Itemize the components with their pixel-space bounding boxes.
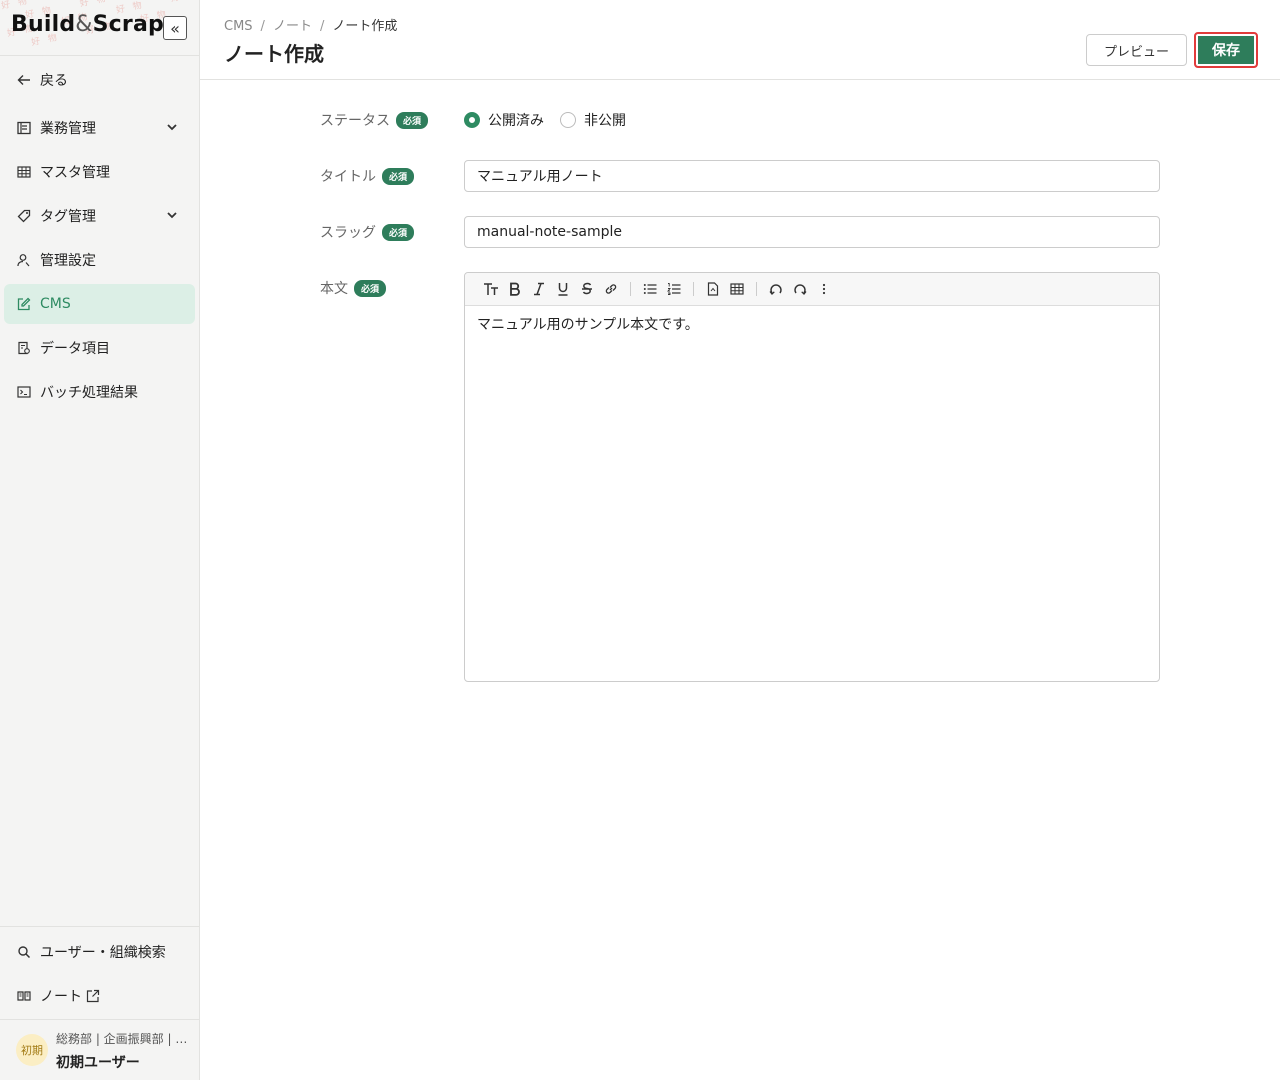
breadcrumb-item-current: ノート作成 [332, 19, 398, 34]
required-badge: 必須 [382, 223, 415, 241]
status-label-text: ステータス [320, 113, 390, 129]
sidebar-item-label: 業務管理 [40, 121, 96, 137]
sidebar-collapse-button[interactable]: « [163, 16, 187, 40]
save-button[interactable]: 保存 [1194, 32, 1258, 68]
sidebar: 好物 好物 好物 好物 好物 好物 好物 好物 好物 好物 好物 好物 好物 好… [0, 0, 200, 1080]
body-label: 本文 必須 [320, 278, 387, 298]
avatar: 初期 [16, 1034, 48, 1066]
toolbar-divider [630, 282, 631, 296]
chevron-down-icon[interactable] [165, 120, 179, 134]
sidebar-item-data-fields[interactable]: データ項目 [4, 328, 195, 368]
book-icon [16, 988, 32, 1004]
sidebar-item-back[interactable]: 戻る [4, 60, 195, 100]
title-input[interactable]: マニュアル用ノート [464, 160, 1160, 192]
sidebar-item-label: タグ管理 [40, 209, 96, 225]
file-icon[interactable] [701, 277, 725, 301]
sidebar-item-label: データ項目 [40, 341, 110, 357]
sidebar-item-label: ノート [40, 989, 82, 1005]
preview-button[interactable]: プレビュー [1086, 34, 1187, 66]
terminal-icon [16, 384, 32, 400]
table-icon[interactable] [725, 277, 749, 301]
breadcrumb-item-notes[interactable]: ノート [273, 19, 312, 34]
chevrons-left-icon: « [170, 18, 180, 38]
sidebar-item-label: 戻る [40, 73, 68, 89]
bold-icon[interactable] [503, 277, 527, 301]
sidebar-item-notes[interactable]: ノート [4, 976, 195, 1016]
slug-label-text: スラッグ [320, 225, 376, 241]
sidebar-item-master[interactable]: マスタ管理 [4, 152, 195, 192]
user-name: 初期ユーザー [56, 1055, 140, 1071]
status-radio-published-label[interactable]: 公開済み [488, 110, 544, 130]
sidebar-item-label: バッチ処理結果 [40, 385, 138, 401]
rich-text-editor: マニュアル用のサンプル本文です。 [464, 272, 1160, 682]
slug-label: スラッグ 必須 [320, 222, 415, 242]
sidebar-item-admin-settings[interactable]: 管理設定 [4, 240, 195, 280]
breadcrumb-separator: / [319, 19, 325, 34]
sidebar-item-label: ユーザー・組織検索 [40, 945, 166, 961]
page-title: ノート作成 [224, 42, 324, 66]
text-size-icon[interactable] [479, 277, 503, 301]
sidebar-item-user-search[interactable]: ユーザー・組織検索 [4, 932, 195, 972]
bullet-list-icon[interactable] [638, 277, 662, 301]
undo-icon[interactable] [764, 277, 788, 301]
sidebar-item-label: CMS [40, 296, 71, 312]
numbered-list-icon[interactable] [662, 277, 686, 301]
arrow-left-icon [16, 72, 32, 88]
sidebar-item-batch-results[interactable]: バッチ処理結果 [4, 372, 195, 412]
sidebar-item-label: 管理設定 [40, 253, 96, 269]
user-organization: 総務部 | 企画振興部 | … [56, 1032, 186, 1046]
required-badge: 必須 [382, 167, 415, 185]
sidebar-item-tags[interactable]: タグ管理 [4, 196, 195, 236]
tag-icon [16, 208, 32, 224]
status-label: ステータス 必須 [320, 110, 429, 130]
italic-icon[interactable] [527, 277, 551, 301]
underline-icon[interactable] [551, 277, 575, 301]
user-profile[interactable]: 初期 総務部 | 企画振興部 | … 初期ユーザー [0, 1019, 199, 1080]
slug-input[interactable]: manual-note-sample [464, 216, 1160, 248]
status-radio-unpublished-label[interactable]: 非公開 [584, 110, 626, 130]
panel-icon [16, 120, 32, 136]
required-badge: 必須 [396, 111, 429, 129]
sidebar-bottom: ユーザー・組織検索 ノート [0, 926, 199, 1005]
table-icon [16, 164, 32, 180]
search-icon [16, 944, 32, 960]
status-radio-unpublished[interactable] [560, 112, 576, 128]
sidebar-item-business[interactable]: 業務管理 [4, 108, 195, 148]
more-options-icon[interactable] [812, 277, 836, 301]
title-label: タイトル 必須 [320, 166, 415, 186]
brand-header: 好物 好物 好物 好物 好物 好物 好物 好物 好物 好物 好物 好物 好物 好… [0, 0, 199, 56]
body-label-text: 本文 [320, 281, 348, 297]
toolbar-divider [756, 282, 757, 296]
strikethrough-icon[interactable] [575, 277, 599, 301]
breadcrumb-item-cms[interactable]: CMS [224, 19, 253, 34]
link-icon[interactable] [599, 277, 623, 301]
external-link-icon [86, 989, 100, 1003]
breadcrumb: CMS / ノート / ノート作成 [224, 15, 397, 34]
redo-icon[interactable] [788, 277, 812, 301]
toolbar-divider [693, 282, 694, 296]
status-radio-group: 公開済み 非公開 [464, 110, 642, 130]
required-badge: 必須 [354, 279, 387, 297]
user-gear-icon [16, 252, 32, 268]
edit-icon [16, 296, 32, 312]
page-header: CMS / ノート / ノート作成 ノート作成 プレビュー 保存 [200, 0, 1280, 80]
editor-content[interactable]: マニュアル用のサンプル本文です。 [465, 306, 1159, 342]
brand-logo[interactable]: Build&Scrap [11, 12, 164, 37]
editor-toolbar [465, 273, 1159, 306]
status-radio-published[interactable] [464, 112, 480, 128]
sidebar-item-cms[interactable]: CMS [4, 284, 195, 324]
document-icon [16, 340, 32, 356]
chevron-down-icon[interactable] [165, 208, 179, 222]
title-label-text: タイトル [320, 169, 376, 185]
sidebar-item-label: マスタ管理 [40, 165, 110, 181]
breadcrumb-separator: / [260, 19, 265, 34]
